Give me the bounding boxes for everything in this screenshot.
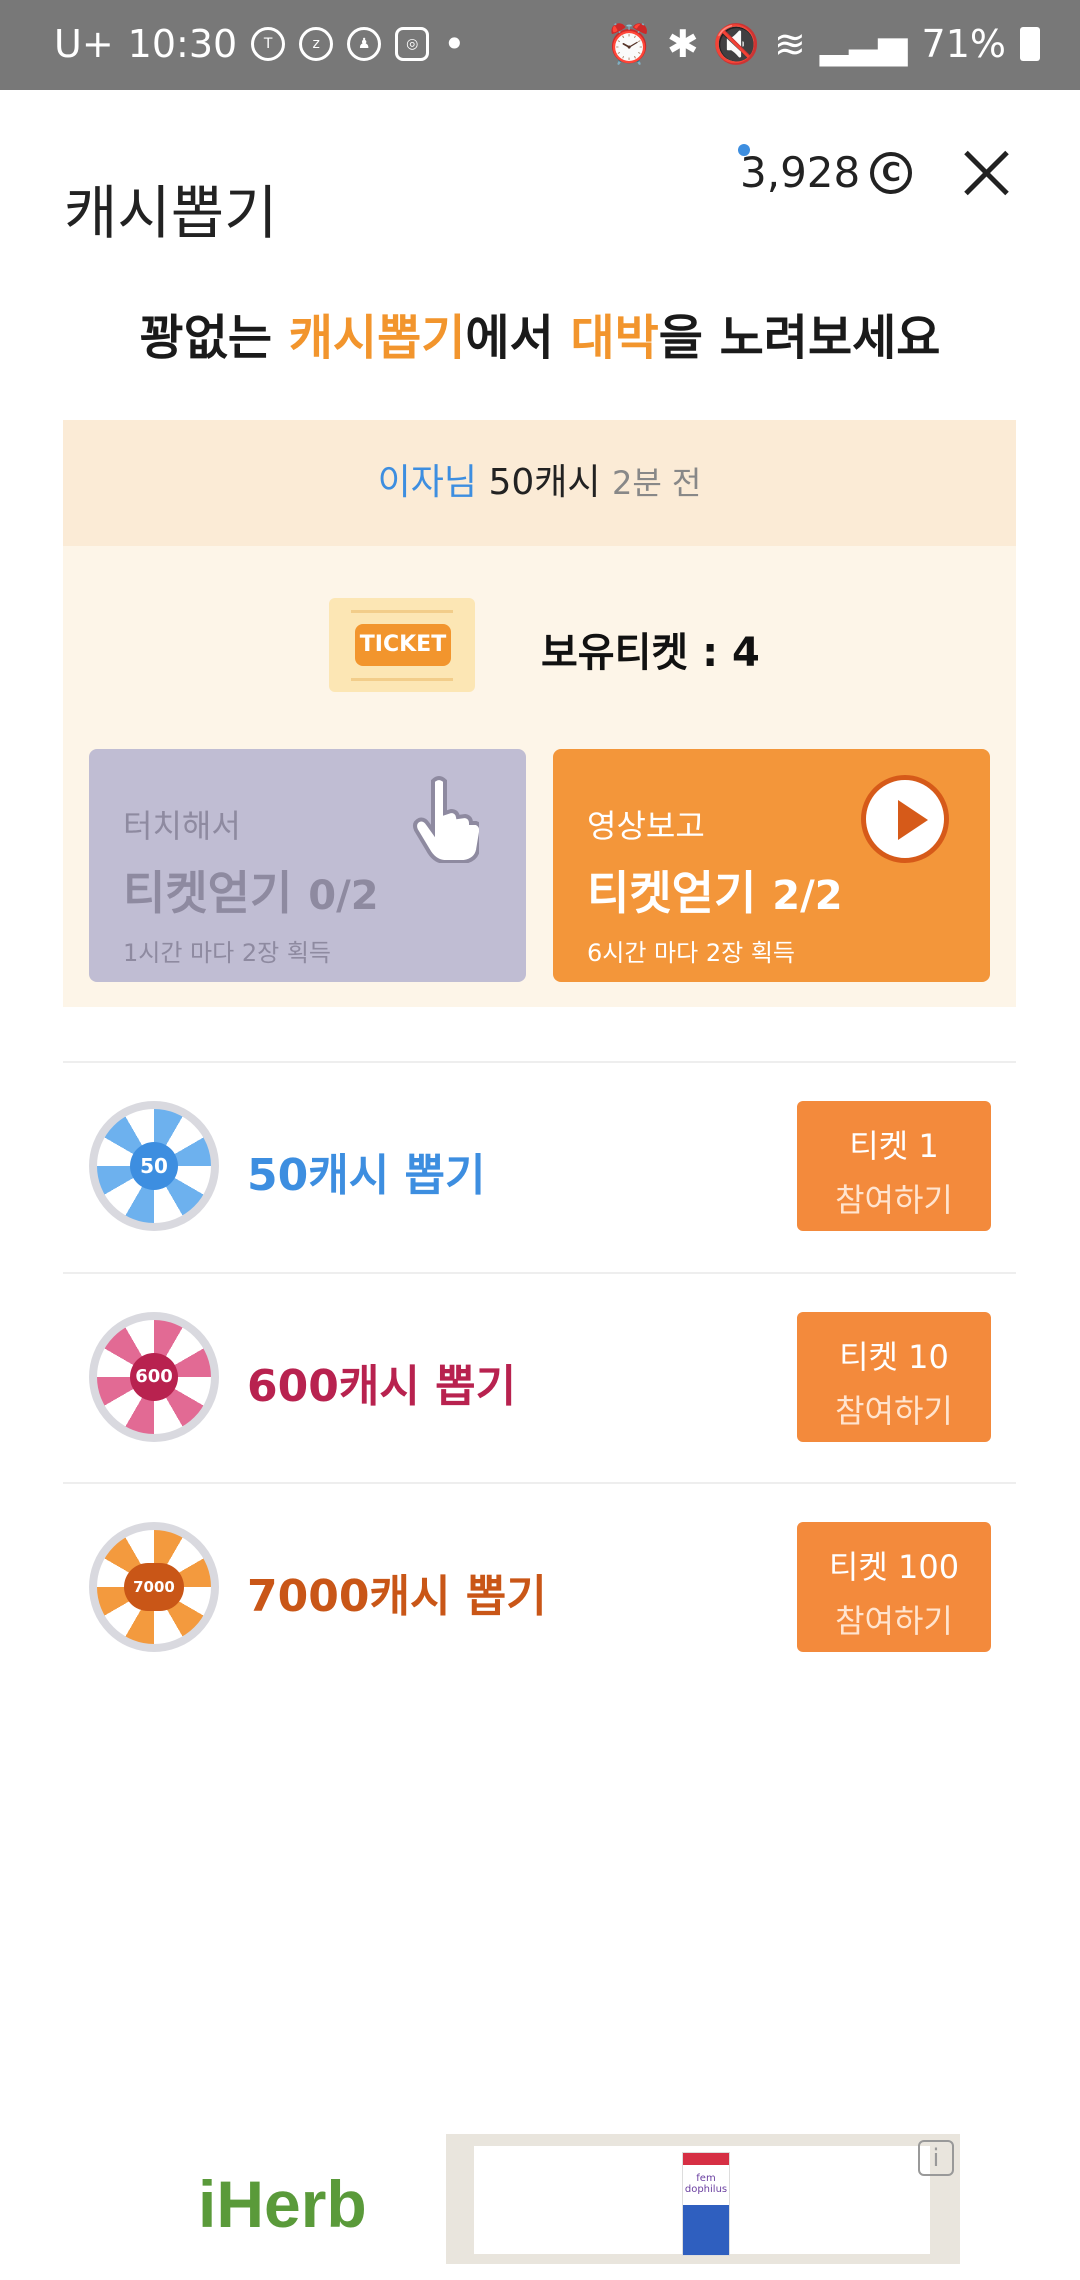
product-image: fem dophilus — [682, 2152, 730, 2256]
wifi-icon: ≋ — [774, 22, 806, 66]
draw-row-7000: 7000 7000캐시 뽑기 티켓 100 참여하기 — [63, 1482, 1016, 1692]
battery-icon — [1020, 27, 1040, 61]
coin-balance: 3,928 C — [740, 148, 913, 197]
ticker-user: 이자님 — [377, 462, 477, 503]
product-brand: fem dophilus — [684, 2173, 728, 2195]
headline-highlight: 대박 — [570, 310, 659, 366]
headline-text: 을 노려보세요 — [658, 310, 941, 366]
touch-card-count: 0/2 — [308, 873, 379, 919]
alarm-icon: ⏰ — [605, 22, 653, 66]
join-label: 참여하기 — [835, 1181, 953, 1219]
bluetooth-icon: ✱ — [666, 22, 699, 66]
join-ticket-cost: 티켓 10 — [839, 1338, 949, 1376]
touch-card-title: 티켓얻기 — [123, 866, 293, 920]
winner-ticker: 이자님 50캐시 2분 전 — [63, 420, 1016, 546]
touch-card-main: 티켓얻기 0/2 — [123, 857, 526, 923]
signal-icon: ▂▃▅ — [819, 22, 908, 66]
ad-info-icon[interactable]: i — [918, 2140, 954, 2176]
wheel-label: 7000 — [124, 1563, 184, 1611]
zeta-icon: z — [299, 27, 334, 61]
wheel-7000-icon: 7000 — [89, 1522, 219, 1652]
draw-row-50: 50 50캐시 뽑기 티켓 1 참여하기 — [63, 1061, 1016, 1271]
draw-label: 50캐시 뽑기 — [247, 1150, 486, 1201]
cash-draw-screen: U+ 10:30 T z ♟ ◎ • ⏰ ✱ 🔇 ≋ ▂▃▅ 71% 캐시뽑기 … — [0, 0, 1080, 2280]
wheel-600-icon: 600 — [89, 1312, 219, 1442]
ticket-icon: TICKET — [329, 598, 475, 692]
ticker-amount: 50캐시 — [488, 462, 601, 503]
headline-text: 꽝없는 — [139, 310, 289, 366]
video-card-note: 6시간 마다 2장 획득 — [587, 939, 795, 967]
wheel-50-icon: 50 — [89, 1101, 219, 1231]
hand-pointer-icon — [413, 776, 479, 863]
ad-image[interactable]: fem dophilus — [446, 2134, 960, 2264]
wheel-label: 50 — [130, 1142, 178, 1190]
draw-row-600: 600 600캐시 뽑기 티켓 10 참여하기 — [63, 1272, 1016, 1482]
join-button[interactable]: 티켓 10 참여하기 — [797, 1312, 991, 1442]
page-title: 캐시뽑기 — [64, 179, 278, 247]
join-button[interactable]: 티켓 100 참여하기 — [797, 1522, 991, 1652]
coin-balance-value: 3,928 — [740, 148, 861, 197]
owned-tickets: 보유티켓 : 4 — [541, 630, 760, 676]
join-ticket-cost: 티켓 1 — [849, 1127, 939, 1165]
notification-icon: ♟ — [347, 27, 382, 61]
video-card-main: 티켓얻기 2/2 — [587, 857, 990, 923]
touch-ticket-card[interactable]: 터치해서 티켓얻기 0/2 1시간 마다 2장 획득 — [89, 749, 526, 982]
coin-icon: C — [870, 151, 913, 194]
touch-card-note: 1시간 마다 2장 획득 — [123, 939, 331, 967]
draw-label: 7000캐시 뽑기 — [247, 1571, 547, 1622]
join-label: 참여하기 — [835, 1392, 953, 1430]
ad-image-inner: fem dophilus — [474, 2146, 930, 2256]
status-bar: U+ 10:30 T z ♟ ◎ • ⏰ ✱ 🔇 ≋ ▂▃▅ 71% — [0, 0, 1080, 90]
clock: 10:30 — [127, 22, 238, 66]
kakaotalk-icon: T — [251, 27, 286, 61]
headline-text: 에서 — [465, 310, 571, 366]
join-label: 참여하기 — [835, 1602, 953, 1640]
ticket-panel: 이자님 50캐시 2분 전 TICKET 보유티켓 : 4 터치해서 티켓얻기 … — [63, 420, 1016, 1007]
video-card-count: 2/2 — [772, 873, 843, 919]
draw-label: 600캐시 뽑기 — [247, 1361, 517, 1412]
join-ticket-cost: 티켓 100 — [828, 1548, 960, 1586]
ticket-label: TICKET — [355, 624, 451, 666]
more-notifications-icon: • — [443, 22, 466, 66]
close-button[interactable] — [962, 148, 1012, 198]
headline-highlight: 캐시뽑기 — [288, 310, 466, 366]
instagram-icon: ◎ — [395, 27, 430, 61]
wheel-label: 600 — [130, 1353, 178, 1401]
carrier-label: U+ — [54, 22, 114, 66]
ticker-time: 2분 전 — [611, 464, 702, 502]
headline: 꽝없는 캐시뽑기에서 대박을 노려보세요 — [0, 298, 1080, 368]
join-button[interactable]: 티켓 1 참여하기 — [797, 1101, 991, 1231]
iherb-logo[interactable]: iHerb — [198, 2166, 367, 2242]
battery-level: 71% — [921, 22, 1006, 66]
mute-icon: 🔇 — [712, 22, 761, 66]
play-icon — [861, 775, 949, 863]
video-card-title: 티켓얻기 — [587, 866, 757, 920]
video-ticket-card[interactable]: 영상보고 티켓얻기 2/2 6시간 마다 2장 획득 — [553, 749, 990, 982]
